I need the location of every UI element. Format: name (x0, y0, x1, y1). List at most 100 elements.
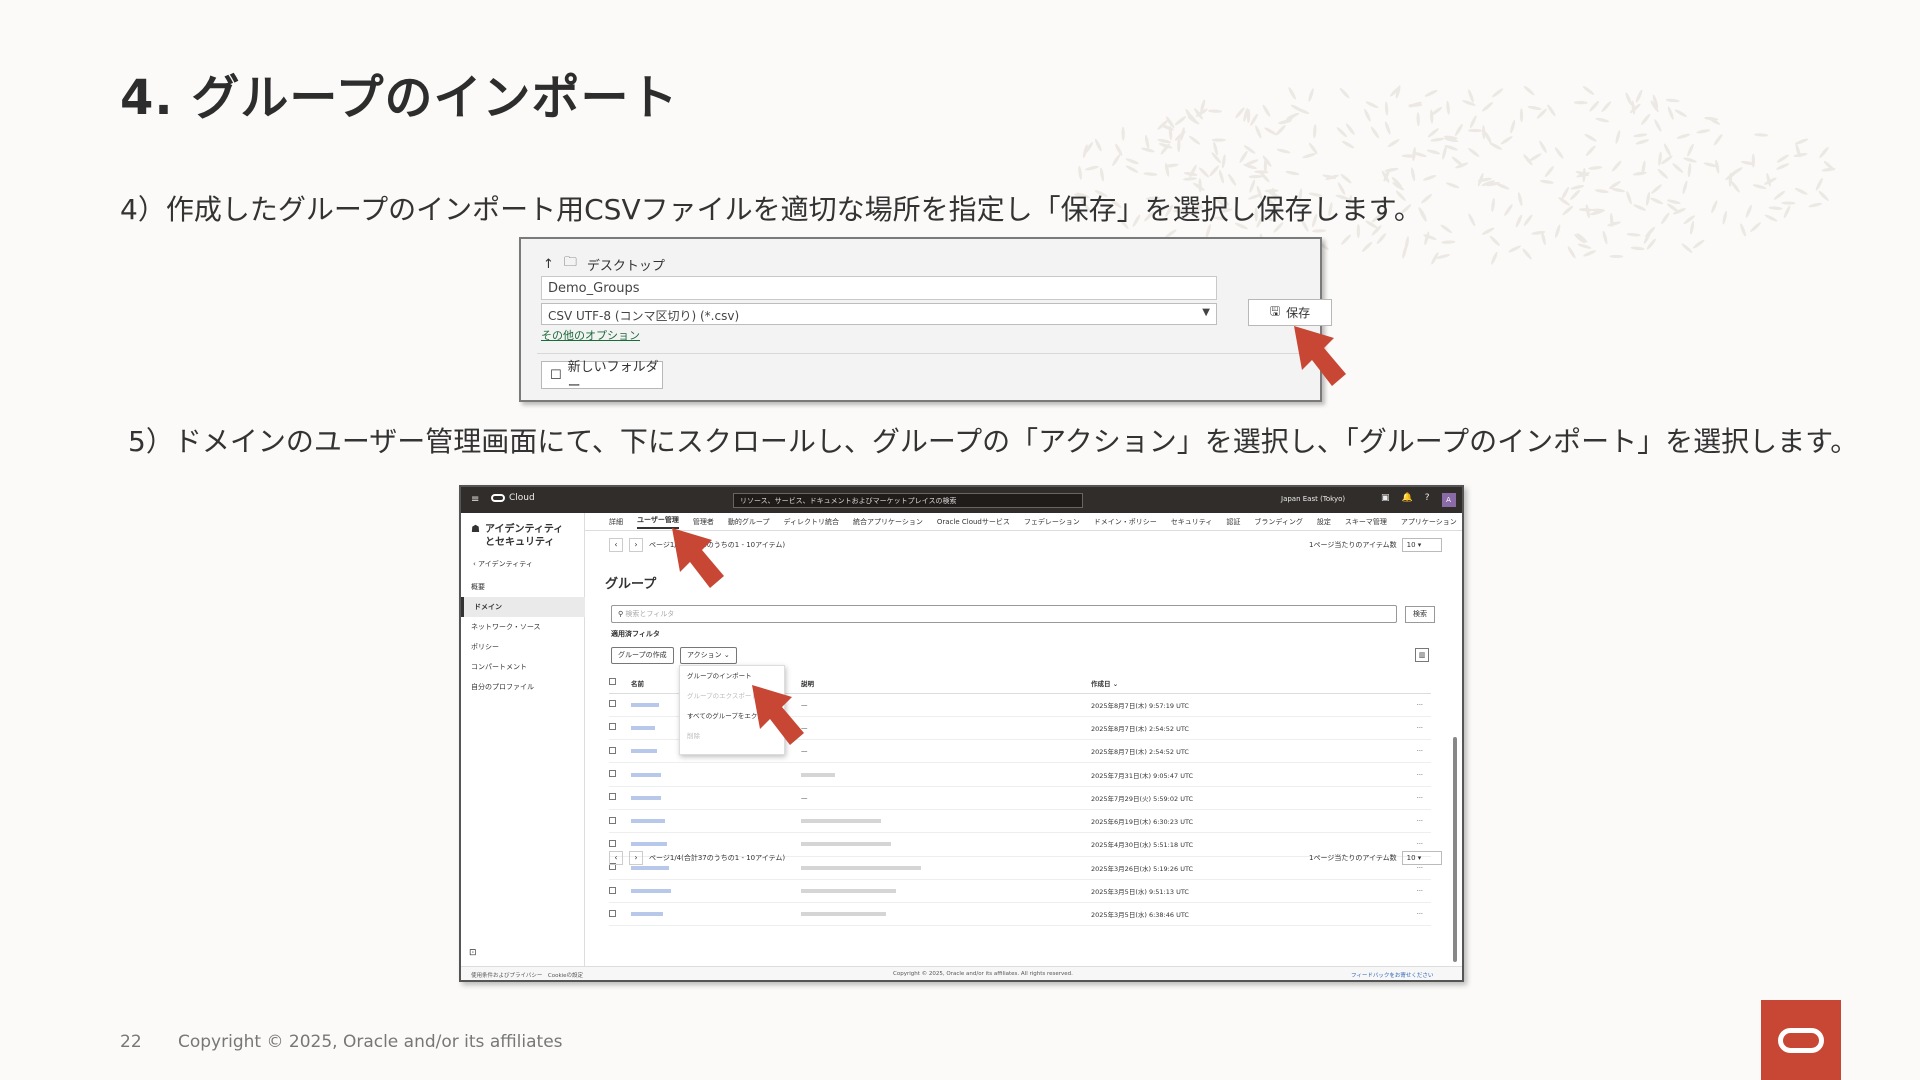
identity-icon: ☗ (471, 524, 480, 535)
oracle-cloud-logo[interactable]: Cloud (491, 493, 535, 503)
tab-settings[interactable]: 設定 (1317, 517, 1331, 527)
row-checkbox[interactable] (609, 793, 616, 801)
create-group-button[interactable]: グループの作成 (611, 647, 674, 664)
cloud-shell-icon[interactable]: ▣ (1381, 493, 1390, 507)
table-row[interactable]: 2025年7月31日(木) 9:05:47 UTC ··· (609, 762, 1431, 787)
row-actions-menu-icon[interactable]: ··· (1391, 786, 1431, 810)
row-checkbox[interactable] (609, 723, 616, 731)
group-name-link[interactable] (631, 879, 801, 904)
back-to-identity-link[interactable]: ‹ アイデンティティ (473, 559, 533, 569)
more-options-link[interactable]: その他のオプション (541, 327, 640, 343)
decor-leaf (1286, 112, 1300, 120)
tab-authentication[interactable]: 認証 (1226, 517, 1240, 527)
bell-icon[interactable]: 🔔 (1402, 493, 1413, 507)
group-name-link[interactable] (631, 809, 801, 834)
tab-integrated-applications[interactable]: 統合アプリケーション (853, 517, 923, 527)
global-search-input[interactable]: リソース、サービス、ドキュメントおよびマーケットプレイスの検索 (733, 493, 1083, 508)
scrollbar[interactable] (1453, 737, 1457, 962)
tab-federation[interactable]: フェデレーション (1024, 517, 1080, 527)
actions-button[interactable]: アクション ⌄ (680, 647, 737, 664)
file-name-field[interactable]: Demo_Groups (541, 276, 1217, 300)
row-actions-menu-icon[interactable]: ··· (1391, 809, 1431, 834)
row-checkbox[interactable] (609, 909, 616, 917)
decor-leaf (1218, 169, 1224, 184)
row-checkbox[interactable] (609, 839, 616, 847)
tab-details[interactable]: 詳細 (609, 517, 623, 527)
group-name-link[interactable] (631, 762, 801, 787)
decor-leaf (1248, 174, 1263, 179)
group-name-link[interactable] (631, 786, 801, 810)
avatar[interactable]: A (1441, 493, 1456, 507)
decor-leaf (1402, 245, 1408, 259)
decor-leaf (1364, 108, 1371, 122)
table-row[interactable]: 2025年6月19日(木) 6:30:23 UTC ··· (609, 809, 1431, 834)
file-type-select[interactable]: CSV UTF-8 (コンマ区切り) (*.csv) ▼ (541, 303, 1217, 325)
group-search-input[interactable]: ⚲ 検索とフィルタ (611, 605, 1397, 623)
tab-branding[interactable]: ブランディング (1254, 517, 1303, 527)
decor-leaf (1421, 194, 1433, 204)
row-actions-menu-icon[interactable]: ··· (1391, 739, 1431, 764)
location-label[interactable]: デスクトップ (587, 255, 665, 274)
tab-schema-management[interactable]: スキーマ管理 (1345, 517, 1387, 527)
row-checkbox[interactable] (609, 700, 616, 708)
sidebar-item-policies[interactable]: ポリシー (461, 637, 585, 657)
group-name-link[interactable] (631, 902, 801, 927)
per-page-select-bottom[interactable]: 10 ▾ (1401, 851, 1442, 865)
row-actions-menu-icon[interactable]: ··· (1391, 716, 1431, 741)
decor-leaf (1794, 187, 1808, 195)
col-created[interactable]: 作成日 ⌄ (1091, 673, 1391, 694)
decor-leaf (1345, 123, 1355, 135)
tab-oracle-cloud-services[interactable]: Oracle Cloudサービス (937, 517, 1010, 527)
select-all-checkbox[interactable] (609, 678, 616, 686)
next-page-button[interactable]: › (629, 538, 643, 552)
row-checkbox[interactable] (609, 770, 616, 778)
hamburger-menu-icon[interactable]: ≡ (471, 494, 479, 505)
decor-leaf (1174, 116, 1187, 126)
search-button[interactable]: 検索 (1405, 606, 1435, 623)
save-button[interactable]: 🖫 保存 (1248, 299, 1332, 326)
collapse-sidebar-icon[interactable]: ⊡ (469, 948, 477, 958)
tab-domain-policies[interactable]: ドメイン・ポリシー (1094, 517, 1157, 527)
table-row[interactable]: — 2025年7月29日(火) 5:59:02 UTC ··· (609, 786, 1431, 810)
pointer-arrow-import-groups (752, 685, 804, 745)
decor-leaf (1676, 133, 1691, 139)
up-arrow-icon[interactable]: ↑ (543, 257, 554, 272)
feedback-link[interactable]: フィードバックをお寄せください (1351, 971, 1433, 979)
sidebar-item-network-sources[interactable]: ネットワーク・ソース (461, 617, 585, 637)
decor-leaf (1728, 172, 1733, 187)
sidebar-item-compartments[interactable]: コンパートメント (461, 657, 585, 677)
decor-leaf (1821, 167, 1836, 172)
created-date: 2025年7月29日(火) 5:59:02 UTC (1091, 786, 1391, 810)
row-checkbox[interactable] (609, 746, 616, 754)
region-selector[interactable]: Japan East (Tokyo) (1281, 495, 1345, 503)
tab-administrators[interactable]: 管理者 (693, 517, 714, 527)
sidebar-item-my-profile[interactable]: 自分のプロファイル (461, 677, 585, 697)
row-checkbox[interactable] (609, 816, 616, 824)
next-page-button-bottom[interactable]: › (629, 851, 643, 865)
pager-bottom: ‹ › ページ1/4(合計37のうちの1 - 10アイテム) (609, 851, 785, 865)
row-actions-menu-icon[interactable]: ··· (1391, 693, 1431, 717)
help-icon[interactable]: ? (1425, 493, 1430, 507)
row-checkbox[interactable] (609, 886, 616, 894)
new-folder-button[interactable]: ☐ 新しいフォルダー (541, 360, 663, 394)
tab-applications[interactable]: アプリケーション (1401, 517, 1457, 527)
prev-page-button-bottom[interactable]: ‹ (609, 851, 623, 865)
tab-directory-integrations[interactable]: ディレクトリ統合 (783, 517, 839, 527)
row-actions-menu-icon[interactable]: ··· (1391, 762, 1431, 787)
sidebar-item-domains[interactable]: ドメイン (461, 597, 585, 617)
row-actions-menu-icon[interactable]: ··· (1391, 902, 1431, 927)
tab-dynamic-groups[interactable]: 動的グループ (728, 517, 770, 527)
decor-leaf (1308, 142, 1318, 155)
sidebar-item-overview[interactable]: 概要 (461, 577, 585, 597)
row-actions-menu-icon[interactable]: ··· (1391, 879, 1431, 904)
decor-leaf (1768, 206, 1783, 210)
decor-leaf (1446, 100, 1450, 115)
prev-page-button[interactable]: ‹ (609, 538, 623, 552)
columns-icon[interactable]: ▥ (1415, 648, 1429, 662)
per-page-select[interactable]: 10 ▾ (1401, 538, 1442, 552)
table-row[interactable]: 2025年3月5日(水) 9:51:13 UTC ··· (609, 879, 1431, 904)
tab-security[interactable]: セキュリティ (1171, 517, 1213, 527)
decor-leaf (1641, 113, 1651, 125)
table-row[interactable]: 2025年3月5日(水) 6:38:46 UTC ··· (609, 902, 1431, 927)
footer-terms-link[interactable]: 使用条件およびプライバシー Cookieの設定 (471, 971, 583, 979)
